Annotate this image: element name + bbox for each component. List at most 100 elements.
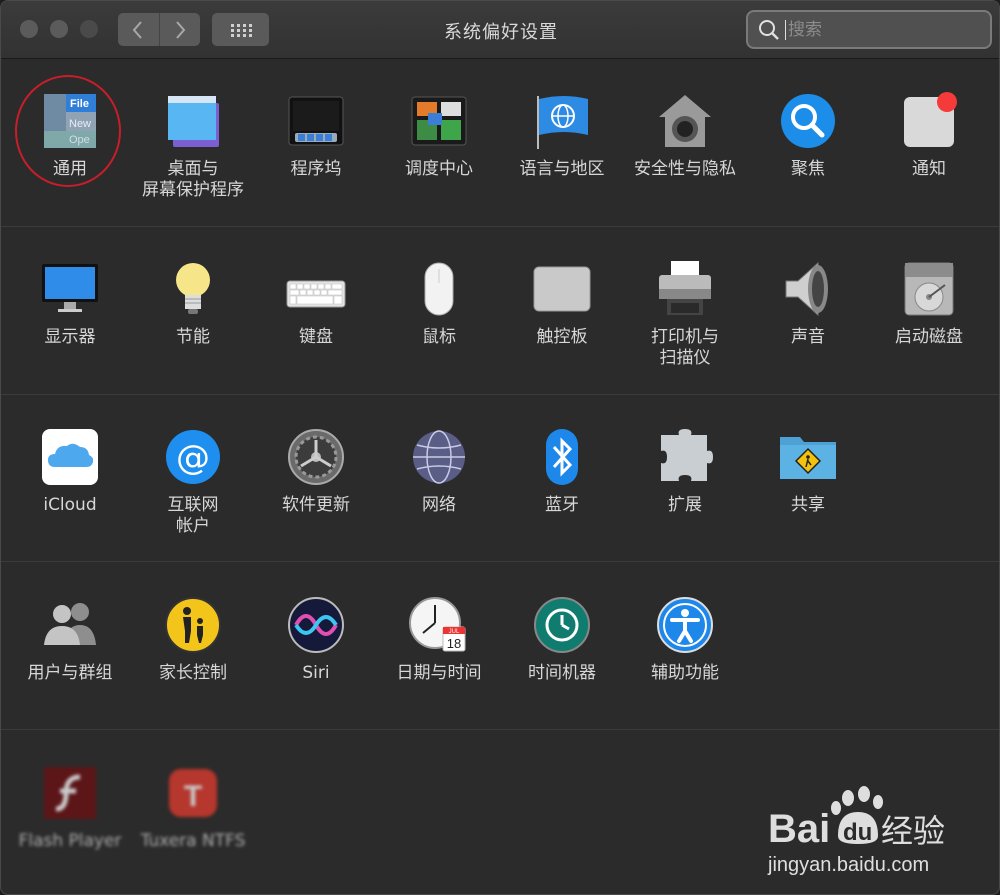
disk-icon <box>899 259 959 319</box>
pane-date-time[interactable]: JUL 18 日期与时间 <box>377 595 501 684</box>
pane-energy[interactable]: 节能 <box>131 259 255 348</box>
internet-accounts-icon: @ <box>163 427 223 487</box>
baidu-jingyan-watermark: Bai 经验 jingyan.baidu.com du <box>766 784 986 879</box>
icloud-icon <box>40 427 100 487</box>
extensions-puzzle-icon <box>655 427 715 487</box>
pane-label: 网络 <box>422 495 456 515</box>
svg-text:jingyan.baidu.com: jingyan.baidu.com <box>767 854 929 876</box>
pane-label: 安全性与隐私 <box>634 159 736 179</box>
pane-sharing[interactable]: 共享 <box>746 427 870 516</box>
notifications-icon <box>899 91 959 151</box>
pane-label: 语言与地区 <box>519 159 605 179</box>
svg-text:Bai: Bai <box>768 807 830 851</box>
pane-network[interactable]: 网络 <box>377 427 501 516</box>
pane-label: 程序坞 <box>290 159 342 179</box>
text-cursor <box>785 19 786 40</box>
pane-bluetooth[interactable]: 蓝牙 <box>500 427 624 516</box>
pane-label: 聚焦 <box>791 159 825 179</box>
titlebar: 系统偏好设置 <box>1 1 999 59</box>
pane-label: 桌面与 屏幕保护程序 <box>142 159 244 200</box>
svg-text:du: du <box>843 819 872 846</box>
bluetooth-icon <box>532 427 592 487</box>
pane-label: 家长控制 <box>159 663 227 683</box>
keyboard-icon <box>286 259 346 319</box>
pane-label: 键盘 <box>299 327 333 347</box>
pane-label: Tuxera NTFS <box>140 831 246 851</box>
pane-accessibility[interactable]: 辅助功能 <box>623 595 747 684</box>
pane-label: 时间机器 <box>528 663 596 683</box>
pane-spotlight[interactable]: 聚焦 <box>746 91 870 180</box>
clock-calendar-icon: JUL 18 <box>409 595 469 655</box>
pane-keyboard[interactable]: 键盘 <box>254 259 378 348</box>
annotation-circle <box>15 75 121 187</box>
security-house-icon <box>655 91 715 151</box>
pane-mission-control[interactable]: 调度中心 <box>377 91 501 180</box>
trackpad-icon <box>532 259 592 319</box>
pane-time-machine[interactable]: 时间机器 <box>500 595 624 684</box>
sharing-folder-icon <box>778 427 838 487</box>
pane-startup-disk[interactable]: 启动磁盘 <box>867 259 991 348</box>
pane-label: 打印机与 扫描仪 <box>651 327 719 368</box>
pane-label: 软件更新 <box>282 495 350 515</box>
pane-label: 显示器 <box>44 327 96 347</box>
svg-text:经验: 经验 <box>881 812 945 850</box>
pane-extensions[interactable]: 扩展 <box>623 427 747 516</box>
tuxera-icon: T <box>163 763 223 823</box>
pane-displays[interactable]: 显示器 <box>8 259 132 348</box>
pane-label: 通知 <box>912 159 946 179</box>
users-icon <box>40 595 100 655</box>
pane-label: iCloud <box>43 495 97 515</box>
pane-sound[interactable]: 声音 <box>746 259 870 348</box>
pane-label: 共享 <box>791 495 825 515</box>
energy-bulb-icon <box>163 259 223 319</box>
pane-trackpad[interactable]: 触控板 <box>500 259 624 348</box>
pane-label: 日期与时间 <box>396 663 482 683</box>
speaker-icon <box>778 259 838 319</box>
time-machine-icon <box>532 595 592 655</box>
siri-icon <box>286 595 346 655</box>
pane-label: 启动磁盘 <box>895 327 963 347</box>
search-field[interactable] <box>746 10 992 49</box>
pane-label: 用户与群组 <box>27 663 113 683</box>
pane-icloud[interactable]: iCloud <box>8 427 132 516</box>
pane-parental-controls[interactable]: 家长控制 <box>131 595 255 684</box>
mission-control-icon <box>409 91 469 151</box>
pane-label: 调度中心 <box>405 159 473 179</box>
pane-label: 声音 <box>791 327 825 347</box>
search-icon <box>759 19 779 40</box>
pane-internet-accounts[interactable]: @ 互联网 帐户 <box>131 427 255 537</box>
dock-icon <box>286 91 346 151</box>
flash-icon <box>40 763 100 823</box>
pane-software-update[interactable]: 软件更新 <box>254 427 378 516</box>
pane-label: 鼠标 <box>422 327 456 347</box>
pane-language-region[interactable]: 语言与地区 <box>500 91 624 180</box>
software-update-gear-icon <box>286 427 346 487</box>
svg-text:T: T <box>184 780 202 813</box>
svg-text:@: @ <box>176 438 210 478</box>
pane-flash-player[interactable]: Flash Player <box>8 763 132 852</box>
svg-text:JUL: JUL <box>449 629 460 635</box>
pane-label: 互联网 帐户 <box>167 495 219 536</box>
pane-dock[interactable]: 程序坞 <box>254 91 378 180</box>
pane-label: Siri <box>302 663 330 683</box>
pane-label: 辅助功能 <box>651 663 719 683</box>
pane-notifications[interactable]: 通知 <box>867 91 991 180</box>
spotlight-icon <box>778 91 838 151</box>
pane-label: 蓝牙 <box>545 495 579 515</box>
desktop-icon <box>163 91 223 151</box>
pane-label: Flash Player <box>18 831 122 851</box>
network-globe-icon <box>409 427 469 487</box>
search-input[interactable] <box>788 19 978 40</box>
display-icon <box>40 259 100 319</box>
pane-mouse[interactable]: 鼠标 <box>377 259 501 348</box>
pane-siri[interactable]: Siri <box>254 595 378 684</box>
language-globe-icon <box>532 91 592 151</box>
pane-users-groups[interactable]: 用户与群组 <box>8 595 132 684</box>
accessibility-icon <box>655 595 715 655</box>
pane-tuxera-ntfs[interactable]: T Tuxera NTFS <box>131 763 255 852</box>
pane-label: 触控板 <box>536 327 588 347</box>
parental-controls-icon <box>163 595 223 655</box>
pane-desktop[interactable]: 桌面与 屏幕保护程序 <box>131 91 255 201</box>
pane-printers[interactable]: 打印机与 扫描仪 <box>623 259 747 369</box>
pane-security[interactable]: 安全性与隐私 <box>623 91 747 180</box>
